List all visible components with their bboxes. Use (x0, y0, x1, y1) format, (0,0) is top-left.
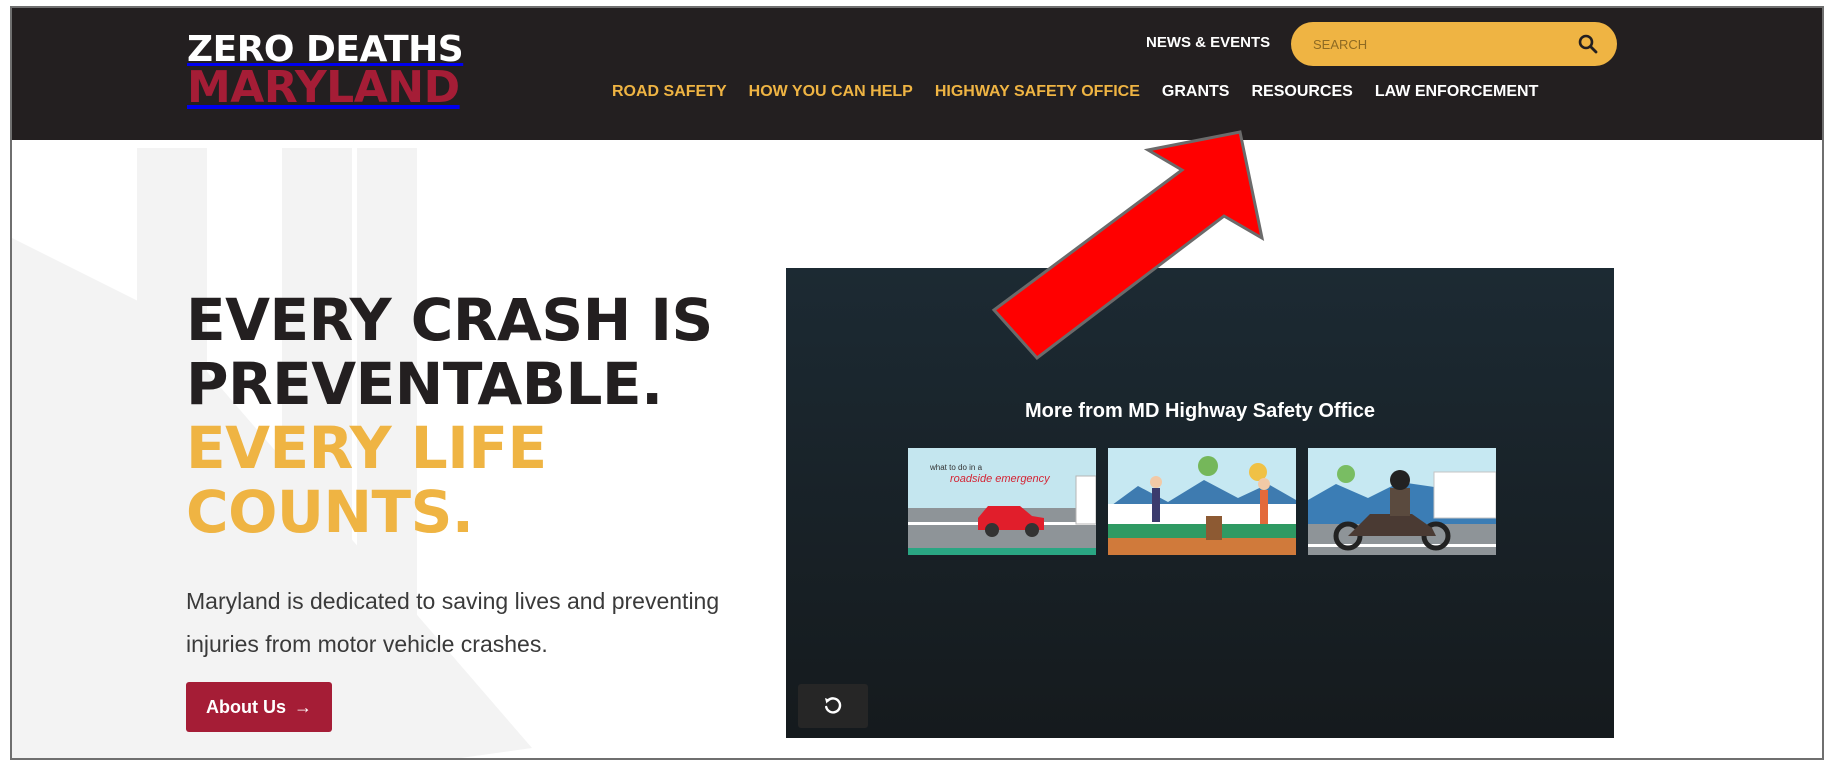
logo-line-maryland: MARYLAND (187, 62, 460, 113)
related-videos: what to do in a roadside emergency (908, 448, 1496, 555)
thumb-caption-large: roadside emergency (950, 473, 1051, 485)
headline-line-1: EVERY CRASH IS (186, 286, 713, 354)
thumb-caption-small: what to do in a (929, 463, 983, 472)
search-box (1291, 22, 1617, 66)
video-thumbnail-party[interactable] (1108, 448, 1296, 555)
nav-road-safety[interactable]: ROAD SAFETY (612, 83, 727, 101)
video-thumbnail-roadside-emergency[interactable]: what to do in a roadside emergency (908, 448, 1096, 555)
video-thumbnail-motorcycle[interactable] (1308, 448, 1496, 555)
news-events-link[interactable]: NEWS & EVENTS (1146, 34, 1270, 51)
replay-icon (825, 697, 842, 714)
browser-frame: ZERO DEATHS MARYLAND NEWS & EVENTS ROAD … (10, 6, 1824, 760)
main-nav: ROAD SAFETY HOW YOU CAN HELP HIGHWAY SAF… (612, 83, 1538, 101)
nav-how-you-can-help[interactable]: HOW YOU CAN HELP (749, 83, 913, 101)
video-player[interactable]: More from MD Highway Safety Office what … (786, 268, 1614, 738)
search-icon (1578, 34, 1598, 54)
headline-line-3: EVERY LIFE (186, 414, 547, 482)
hero-headline: EVERY CRASH IS PREVENTABLE. EVERY LIFE C… (186, 288, 713, 544)
headline-line-2: PREVENTABLE. (186, 350, 663, 418)
headline-line-4: COUNTS. (186, 478, 474, 546)
about-us-label: About Us (206, 696, 286, 717)
nav-grants[interactable]: GRANTS (1162, 83, 1230, 101)
arrow-right-icon: → (294, 696, 312, 717)
site-header: ZERO DEATHS MARYLAND NEWS & EVENTS ROAD … (12, 8, 1822, 140)
nav-highway-safety-office[interactable]: HIGHWAY SAFETY OFFICE (935, 83, 1140, 101)
site-logo[interactable]: ZERO DEATHS MARYLAND (187, 32, 464, 113)
nav-law-enforcement[interactable]: LAW ENFORCEMENT (1375, 83, 1539, 101)
nav-resources[interactable]: RESOURCES (1251, 83, 1352, 101)
hero-description: Maryland is dedicated to saving lives an… (186, 588, 720, 657)
replay-button[interactable] (798, 684, 868, 728)
search-button[interactable] (1577, 33, 1599, 55)
about-us-button[interactable]: About Us → (186, 682, 332, 732)
video-related-heading: More from MD Highway Safety Office (1024, 400, 1376, 422)
search-input[interactable] (1313, 22, 1563, 66)
